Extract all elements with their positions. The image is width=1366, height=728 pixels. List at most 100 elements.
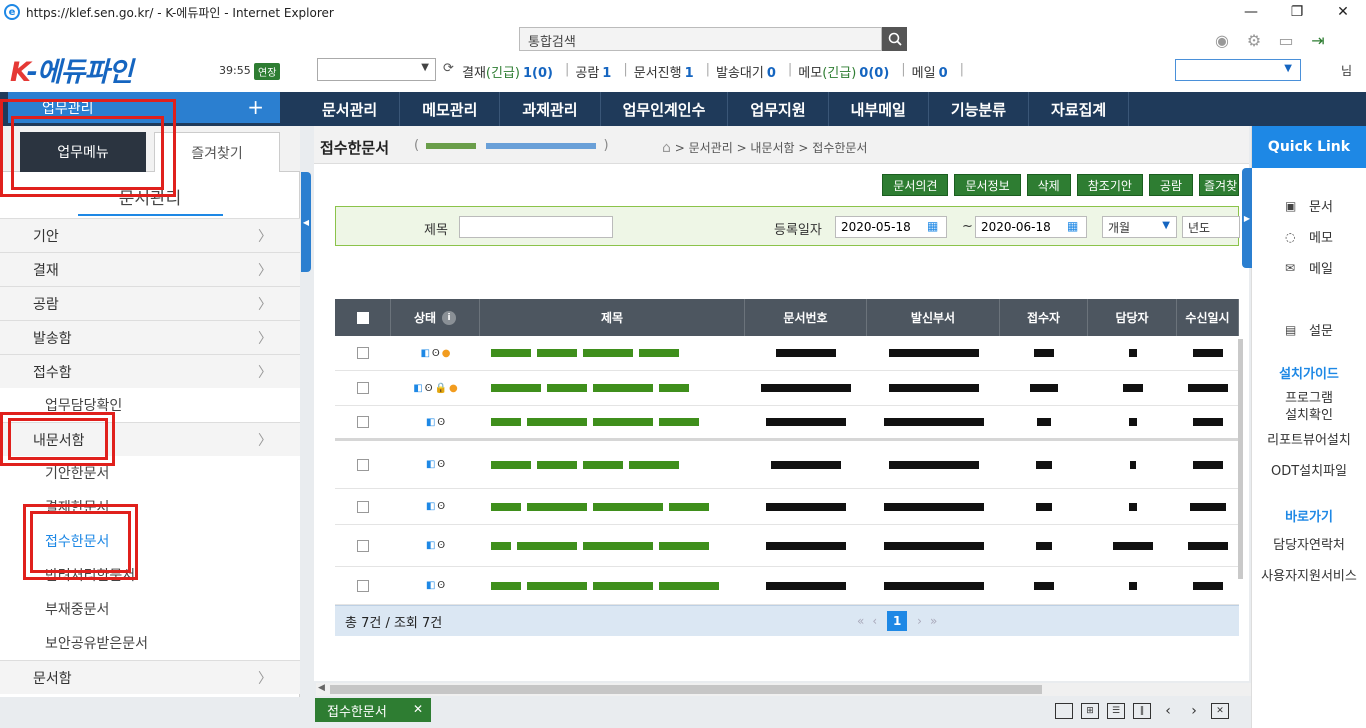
table-row[interactable]: ◧ ʘ (335, 406, 1239, 441)
sidebar-item-outbox[interactable]: 발송함 〉 (0, 320, 300, 354)
row-checkbox[interactable] (357, 539, 369, 552)
collapse-right-handle[interactable]: ▶ (1242, 168, 1252, 268)
circulate-button[interactable]: 공람 (1148, 174, 1193, 196)
global-search-input[interactable]: 통합검색 (519, 27, 882, 51)
contact-link[interactable]: 담당자연락처 (1252, 537, 1366, 554)
collapse-left-handle[interactable]: ◀ (301, 172, 311, 272)
nav-item-support[interactable]: 업무지원 (728, 92, 829, 126)
column-title[interactable]: 제목 (480, 299, 745, 336)
first-page-icon[interactable]: « (857, 614, 864, 628)
content-horizontal-scrollbar[interactable]: ◀ (316, 683, 1251, 696)
grid-layout-icon[interactable]: ⊞ (1081, 703, 1099, 719)
row-checkbox[interactable] (357, 458, 369, 471)
row-title[interactable] (480, 525, 745, 566)
reference-draft-button[interactable]: 참조기안 (1076, 174, 1143, 196)
select-all-checkbox[interactable] (356, 311, 369, 324)
program-install-check-link[interactable]: 프로그램 설치확인 (1252, 390, 1366, 424)
row-title[interactable] (480, 489, 745, 524)
table-row[interactable]: ◧ ʘ 🔒 ● (335, 371, 1239, 406)
row-checkbox[interactable] (357, 382, 369, 394)
row-checkbox[interactable] (357, 579, 369, 592)
sidebar-item-draft[interactable]: 기안 〉 (0, 218, 300, 252)
row-checkbox[interactable] (357, 500, 369, 513)
home-icon[interactable]: ⌂ (662, 140, 671, 156)
sidebar-subitem-absent[interactable]: 부재중문서 (0, 592, 300, 626)
table-row[interactable]: ◧ ʘ (335, 441, 1239, 489)
close-tab-icon[interactable]: ✕ (413, 702, 423, 716)
refresh-icon[interactable]: ⟳ (443, 61, 454, 76)
row-checkbox[interactable] (357, 416, 369, 428)
period-select[interactable]: 개월 ▼ (1102, 216, 1177, 238)
column-received-at[interactable]: 수신일시 (1177, 299, 1239, 336)
sidebar-item-circulation[interactable]: 공람 〉 (0, 286, 300, 320)
column-assignee[interactable]: 담당자 (1088, 299, 1177, 336)
department-select[interactable]: ▼ (317, 58, 436, 81)
open-tab-received[interactable]: 접수한문서 ✕ (315, 698, 431, 722)
prev-tab-icon[interactable]: ‹ (1159, 703, 1177, 719)
sidebar-item-doc-box[interactable]: 문서함 〉 (0, 660, 300, 694)
next-tab-icon[interactable]: › (1185, 703, 1203, 719)
columns-layout-icon[interactable]: ‖ (1133, 703, 1151, 719)
odt-install-link[interactable]: ODT설치파일 (1252, 463, 1366, 480)
minimize-button[interactable]: — (1228, 0, 1274, 24)
nav-item-handover[interactable]: 업무인계인수 (601, 92, 729, 126)
row-title[interactable] (480, 406, 745, 438)
last-page-icon[interactable]: » (930, 614, 937, 628)
counter-mail[interactable]: 메일 0 (912, 62, 948, 81)
counter-circulation[interactable]: 공람 1 (575, 62, 611, 81)
add-favorite-button[interactable]: 즐겨찾기 (1199, 174, 1239, 196)
column-receiver[interactable]: 접수자 (1000, 299, 1088, 336)
title-filter-input[interactable] (459, 216, 613, 238)
row-title[interactable] (480, 336, 745, 370)
nav-item-task[interactable]: 과제관리 (500, 92, 601, 126)
quicklink-document[interactable]: ▣ 문서 (1252, 190, 1366, 221)
quicklink-memo[interactable]: ◌ 메모 (1252, 221, 1366, 252)
search-button[interactable] (882, 27, 907, 51)
nav-item-function-class[interactable]: 기능분류 (929, 92, 1030, 126)
sidebar-item-approval[interactable]: 결재 〉 (0, 252, 300, 286)
row-title[interactable] (480, 371, 745, 405)
counter-approval[interactable]: 결재(긴급) 1(0) (462, 62, 553, 81)
table-row[interactable]: ◧ ʘ (335, 489, 1239, 525)
plus-icon[interactable]: + (247, 95, 264, 119)
nav-item-memo[interactable]: 메모관리 (400, 92, 501, 126)
doc-info-button[interactable]: 문서정보 (954, 174, 1021, 196)
rows-layout-icon[interactable]: ☰ (1107, 703, 1125, 719)
scroll-left-icon[interactable]: ◀ (318, 683, 325, 693)
logout-icon[interactable]: ⇥ (1306, 30, 1330, 50)
column-sender-dept[interactable]: 발신부서 (867, 299, 1000, 336)
row-checkbox[interactable] (357, 347, 369, 359)
nav-item-document[interactable]: 문서관리 (300, 92, 401, 126)
current-page[interactable]: 1 (887, 611, 908, 631)
counter-memo[interactable]: 메모(긴급) 0(0) (798, 62, 889, 81)
user-support-link[interactable]: 사용자지원서비스 (1252, 568, 1366, 585)
single-layout-icon[interactable] (1055, 703, 1073, 719)
close-button[interactable]: ✕ (1320, 0, 1366, 24)
table-row[interactable]: ◧ ʘ (335, 567, 1239, 605)
doc-opinion-button[interactable]: 문서의견 (882, 174, 949, 196)
prev-page-icon[interactable]: ‹ (872, 614, 877, 628)
close-all-tabs-icon[interactable]: ✕ (1211, 703, 1229, 719)
table-row[interactable]: ◧ ʘ ● (335, 336, 1239, 371)
info-icon[interactable]: i (442, 310, 457, 325)
report-viewer-install-link[interactable]: 리포트뷰어설치 (1252, 432, 1366, 449)
user-settings-icon[interactable]: ⚙ (1242, 30, 1266, 50)
counter-in-progress[interactable]: 문서진행 1 (634, 62, 694, 81)
quicklink-survey[interactable]: ▤ 설문 (1252, 314, 1366, 345)
sidebar-item-inbox[interactable]: 접수함 〉 (0, 354, 300, 388)
column-status[interactable]: 상태 i (391, 299, 480, 336)
nav-item-internal-mail[interactable]: 내부메일 (829, 92, 929, 126)
calendar-icon[interactable]: ▦ (927, 219, 938, 233)
table-row[interactable]: ◧ ʘ (335, 525, 1239, 567)
row-title[interactable] (480, 567, 745, 604)
column-doc-number[interactable]: 문서번호 (745, 299, 867, 336)
scrollbar-thumb[interactable] (330, 685, 1042, 694)
calendar-icon[interactable]: ▦ (1067, 219, 1078, 233)
quicklink-mail[interactable]: ✉ 메일 (1252, 252, 1366, 283)
row-title[interactable] (480, 441, 745, 488)
k-edufine-logo[interactable]: K-에듀파인 (10, 50, 133, 89)
year-select[interactable]: 년도 (1182, 216, 1240, 238)
user-info-icon[interactable]: ◉ (1210, 30, 1234, 50)
user-role-select[interactable]: ▼ (1175, 59, 1301, 81)
monitor-icon[interactable]: ▭ (1274, 30, 1298, 50)
